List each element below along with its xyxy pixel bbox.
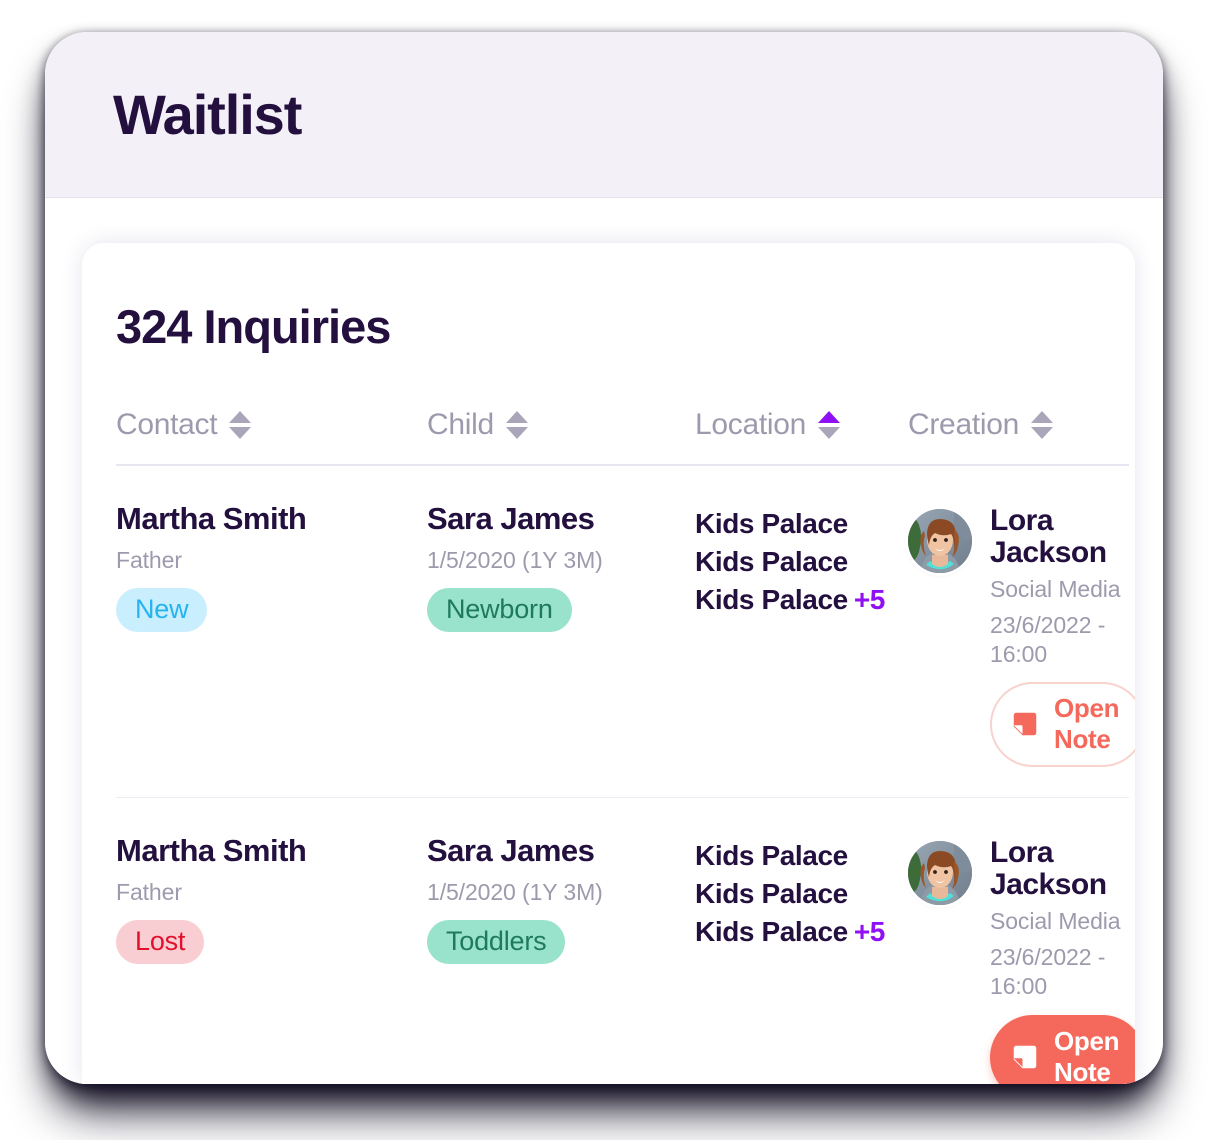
sort-descending-icon [229, 427, 252, 439]
location-last-line: Kids Palace +5 [695, 581, 908, 619]
contact-relation: Father [116, 546, 182, 573]
open-note-button[interactable]: Open Note [990, 1014, 1135, 1085]
sort-descending-icon [818, 427, 841, 439]
app-window: Waitlist 324 Inquiries Contact Child Loc… [45, 32, 1163, 1084]
location-overflow-count[interactable]: +5 [854, 584, 886, 615]
created-at: 23/6/2022 - 16:00 [990, 944, 1106, 999]
note-icon [1013, 1045, 1037, 1068]
cell-creation: Lora Jackson Social Media 23/6/2022 - 16… [908, 835, 1135, 1084]
note-icon [1013, 713, 1037, 736]
location-overflow-count[interactable]: +5 [854, 916, 886, 947]
table-row[interactable]: Martha Smith Father Lost Sara James 1/5/… [116, 798, 1135, 1084]
sort-toggle-creation[interactable] [1031, 411, 1053, 439]
child-name: Sara James [427, 501, 595, 536]
column-header-location-label: Location [695, 408, 807, 441]
content-area: 324 Inquiries Contact Child Location Cre… [45, 198, 1163, 1084]
location-name: Kids Palace [695, 583, 848, 615]
contact-name: Martha Smith [116, 833, 307, 869]
status-badge: New [116, 587, 208, 632]
inquiries-count-heading: 324 Inquiries [116, 300, 391, 353]
cell-child: Sara James 1/5/2020 (1Y 3M) Toddlers [427, 833, 695, 965]
contact-name: Martha Smith [116, 501, 307, 536]
creator-source: Social Media [990, 576, 1121, 602]
sort-ascending-icon [229, 411, 252, 423]
child-name: Sara James [427, 833, 595, 869]
column-header-contact[interactable]: Contact [116, 408, 427, 442]
location-name: Kids Palace [695, 878, 848, 910]
cell-child: Sara James 1/5/2020 (1Y 3M) Newborn [427, 501, 695, 632]
contact-relation: Father [116, 878, 182, 905]
open-note-button[interactable]: Open Note [990, 682, 1135, 768]
cell-location: Kids Palace Kids Palace Kids Palace +5 [695, 503, 908, 618]
column-header-contact-label: Contact [116, 408, 218, 441]
location-name: Kids Palace [695, 915, 848, 947]
sort-toggle-child[interactable] [505, 411, 528, 439]
column-header-child[interactable]: Child [427, 408, 695, 442]
inquiries-table: Contact Child Location Creation Martha S… [116, 408, 1135, 1084]
table-row[interactable]: Martha Smith Father New Sara James 1/5/2… [116, 466, 1135, 799]
cell-location: Kids Palace Kids Palace Kids Palace +5 [695, 835, 908, 950]
creator-name: Lora Jackson [990, 836, 1107, 901]
status-badge: Lost [116, 919, 205, 965]
column-header-location[interactable]: Location [695, 408, 908, 442]
column-header-creation-label: Creation [908, 408, 1019, 441]
avatar [908, 509, 972, 573]
open-note-label: Open Note [1054, 693, 1120, 755]
age-group-badge: Newborn [427, 587, 572, 632]
window-titlebar: Waitlist [45, 32, 1163, 198]
table-header-row: Contact Child Location Creation [116, 408, 1129, 466]
age-group-badge: Toddlers [427, 919, 566, 965]
inquiries-card: 324 Inquiries Contact Child Location Cre… [82, 243, 1135, 1084]
sort-ascending-icon [505, 411, 528, 423]
cell-creation: Lora Jackson Social Media 23/6/2022 - 16… [908, 503, 1135, 768]
page-title: Waitlist [113, 82, 302, 146]
column-header-child-label: Child [427, 408, 494, 441]
creator-source: Social Media [990, 908, 1121, 935]
location-last-line: Kids Palace +5 [695, 913, 908, 951]
cell-contact: Martha Smith Father New [116, 501, 427, 632]
sort-descending-icon [1031, 427, 1053, 439]
child-birthdate: 1/5/2020 (1Y 3M) [427, 878, 603, 905]
cell-contact: Martha Smith Father Lost [116, 833, 427, 965]
child-birthdate: 1/5/2020 (1Y 3M) [427, 546, 603, 573]
sort-descending-icon [505, 427, 528, 439]
column-header-creation[interactable]: Creation [908, 408, 1129, 442]
avatar [908, 841, 972, 906]
open-note-label: Open Note [1054, 1025, 1120, 1085]
sort-ascending-icon [818, 411, 841, 423]
location-name: Kids Palace [695, 508, 848, 539]
sort-ascending-icon [1031, 411, 1053, 423]
sort-toggle-contact[interactable] [229, 411, 252, 439]
sort-toggle-location[interactable] [818, 411, 841, 439]
creator-name: Lora Jackson [990, 504, 1107, 569]
created-at: 23/6/2022 - 16:00 [990, 611, 1106, 667]
location-name: Kids Palace [695, 545, 848, 577]
screen: Waitlist 324 Inquiries Contact Child Loc… [0, 0, 1208, 1140]
location-name: Kids Palace [695, 840, 848, 872]
